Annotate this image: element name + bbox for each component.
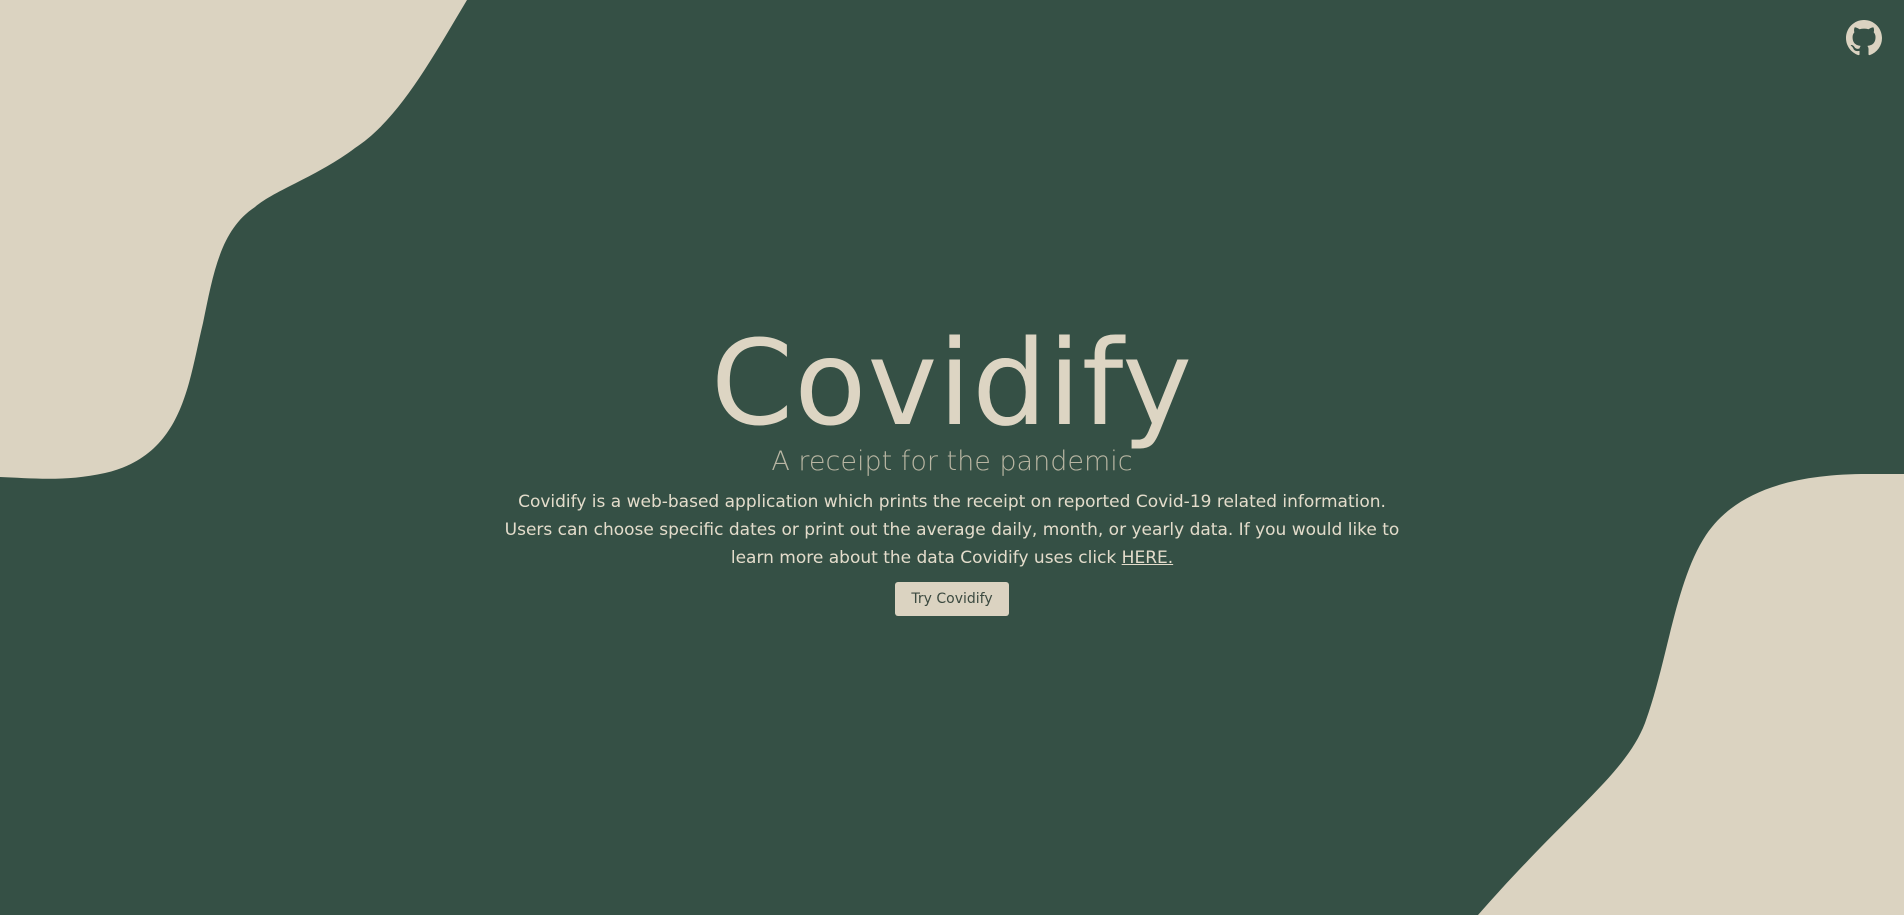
page-title: Covidify [710,314,1194,452]
hero-section: Covidify A receipt for the pandemic Covi… [0,318,1904,616]
try-covidify-button[interactable]: Try Covidify [895,582,1009,616]
learn-more-link[interactable]: HERE. [1122,548,1173,568]
landing-page: Covidify A receipt for the pandemic Covi… [0,0,1904,915]
github-icon[interactable] [1846,20,1882,56]
description: Covidify is a web-based application whic… [502,488,1402,572]
description-text: Covidify is a web-based application whic… [504,492,1400,568]
page-subtitle: A receipt for the pandemic [771,446,1133,477]
